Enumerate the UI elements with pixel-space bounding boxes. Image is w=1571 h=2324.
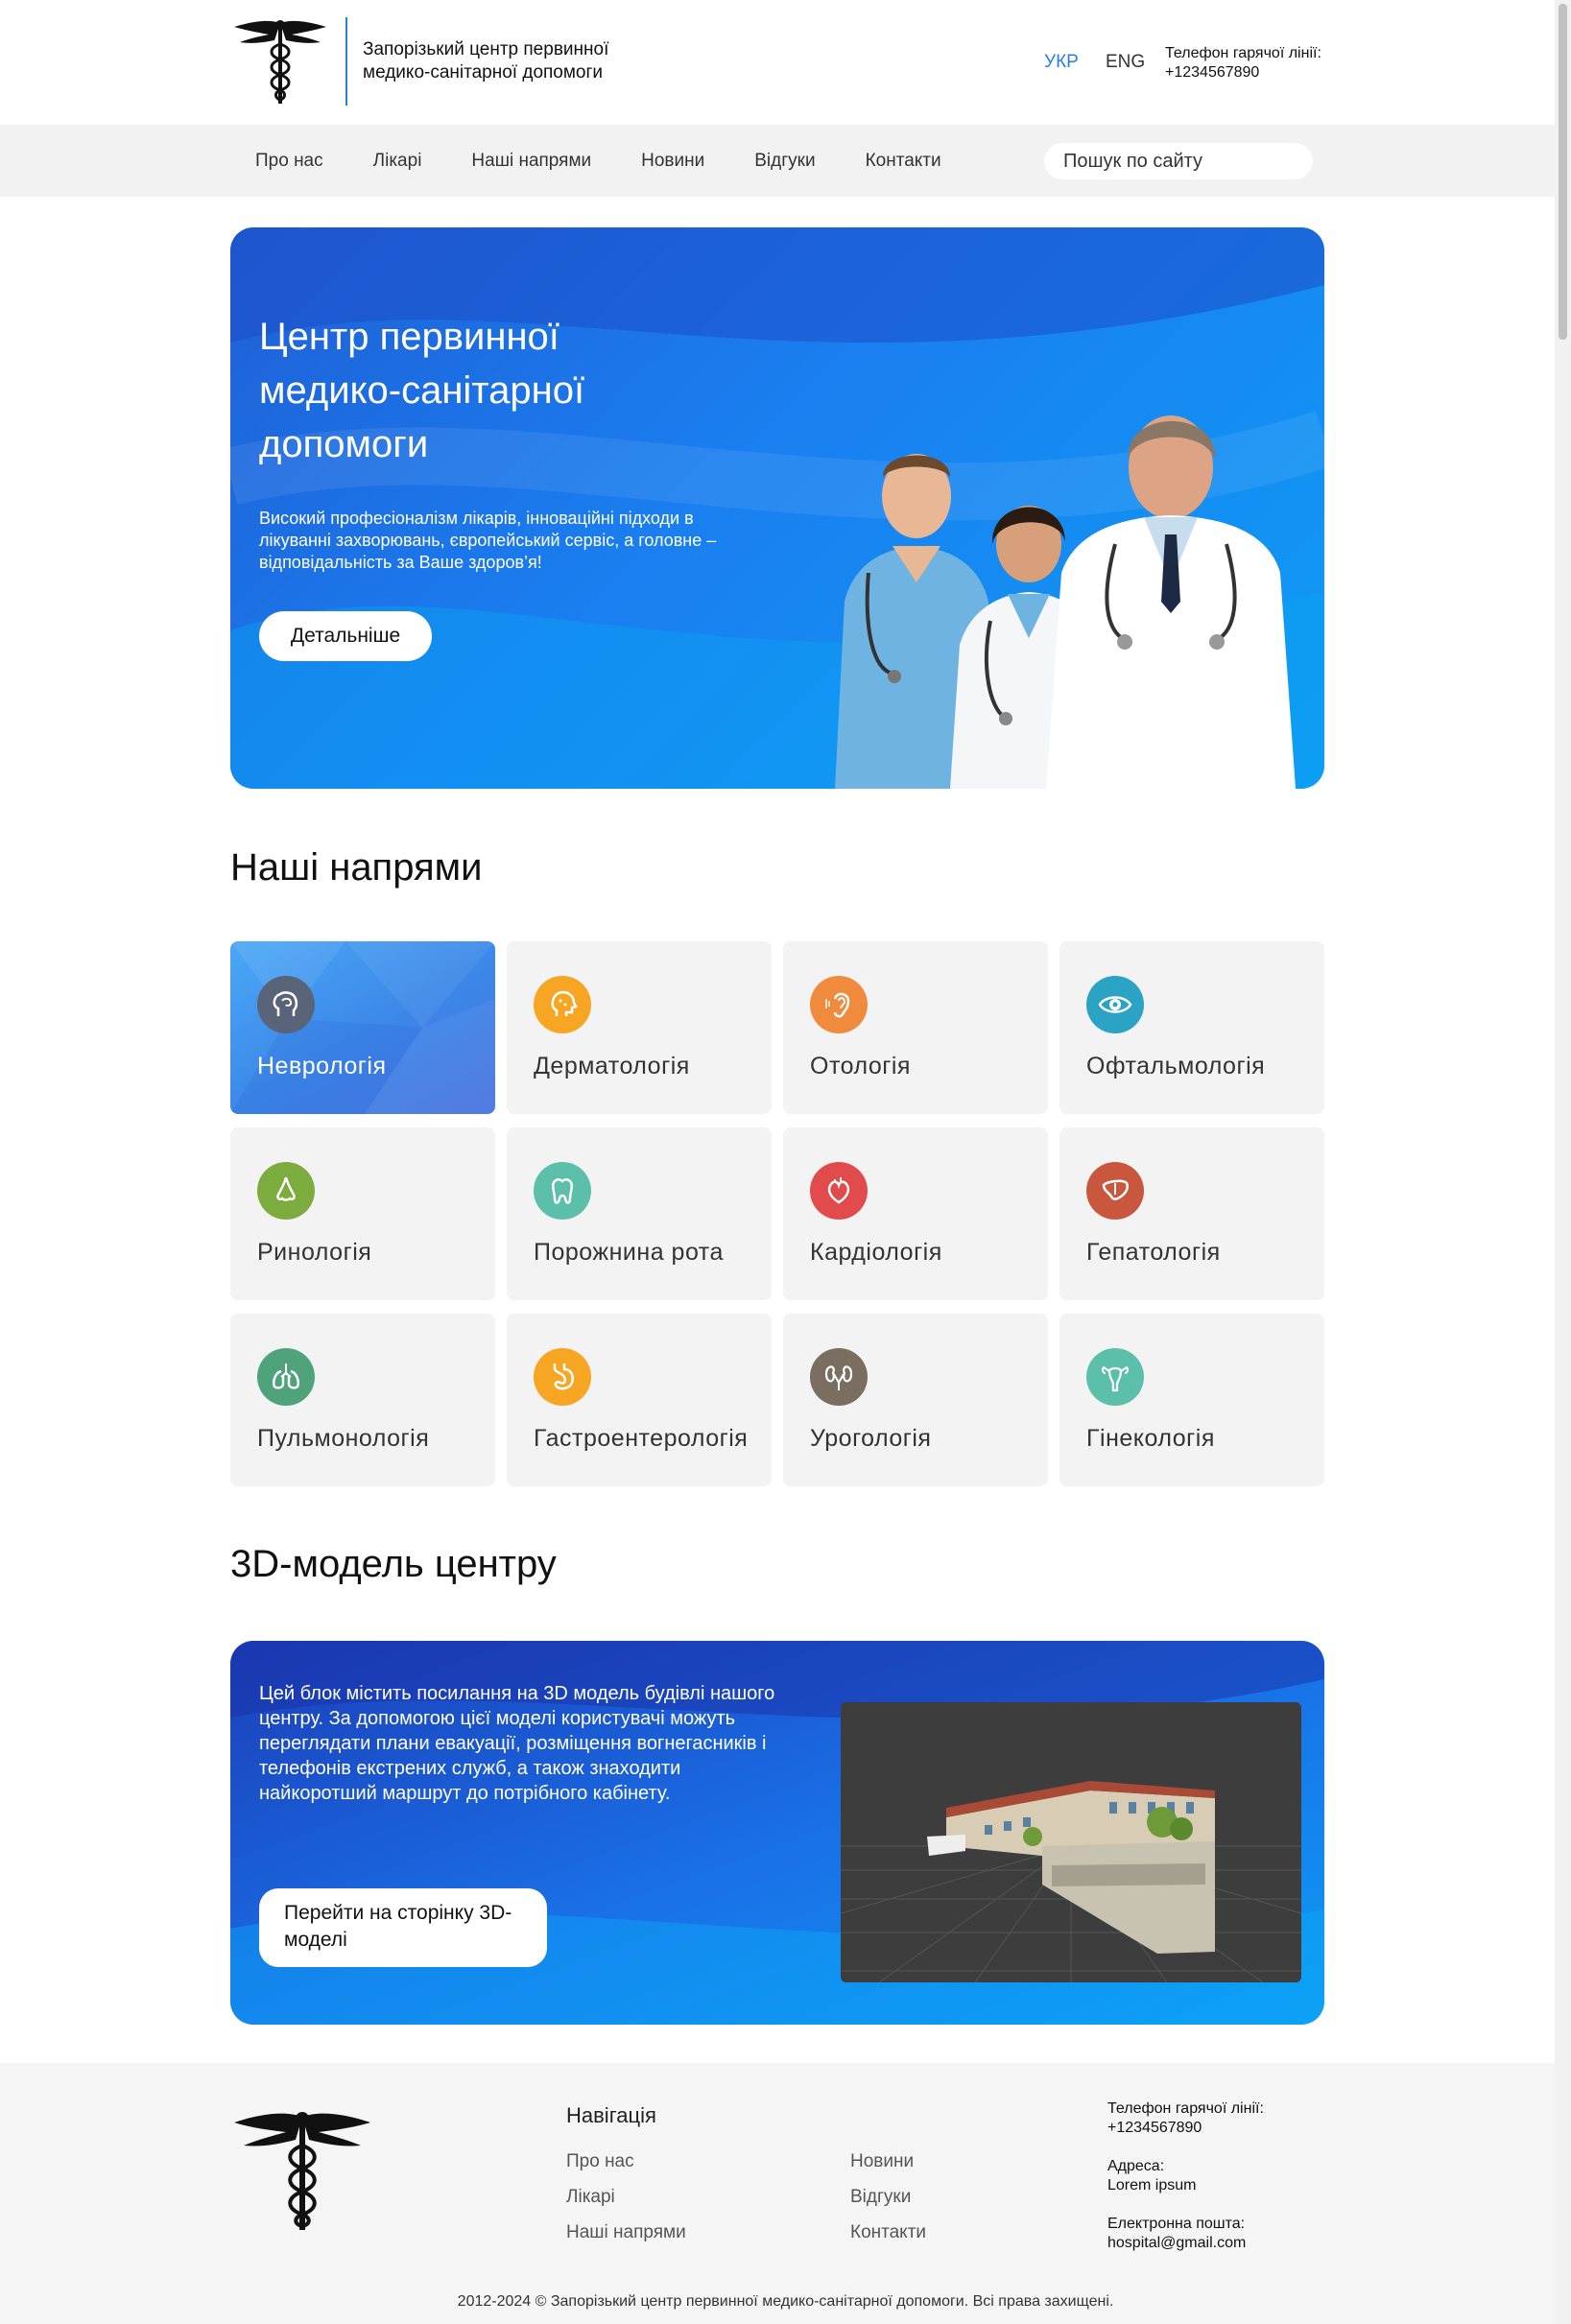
model-preview[interactable] bbox=[841, 1702, 1301, 1982]
hero-banner: Центр первинної медико-санітарної допомо… bbox=[230, 227, 1324, 789]
direction-card-dermatology[interactable]: Дерматологія bbox=[507, 941, 772, 1114]
logo-text: Запорізький центр первинної медико-саніт… bbox=[363, 39, 609, 83]
nav-item-contacts[interactable]: Контакти bbox=[866, 151, 941, 172]
page-scrollbar[interactable] bbox=[1555, 0, 1571, 2324]
direction-card-urology[interactable]: Урогологія bbox=[783, 1314, 1048, 1486]
direction-label: Ринологія bbox=[257, 1239, 372, 1266]
heart-icon bbox=[810, 1162, 868, 1220]
doctors-photo bbox=[835, 415, 1296, 789]
direction-card-cardiology[interactable]: Кардіологія bbox=[783, 1127, 1048, 1300]
footer-hotline: Телефон гарячої лінії: +1234567890 bbox=[1107, 2099, 1264, 2138]
footer: Навігація Про нас Лікарі Наші напрями Но… bbox=[0, 2063, 1571, 2324]
footer-link-contacts[interactable]: Контакти bbox=[850, 2222, 926, 2243]
model-description: Цей блок містить посилання на 3D модель … bbox=[259, 1683, 775, 1804]
direction-label: Гепатологія bbox=[1086, 1239, 1221, 1266]
hotline-label: Телефон гарячої лінії: bbox=[1165, 45, 1321, 61]
direction-label: Кардіологія bbox=[810, 1239, 942, 1266]
stomach-icon bbox=[534, 1348, 591, 1406]
direction-label: Пульмонологія bbox=[257, 1425, 430, 1452]
direction-card-rhinology[interactable]: Ринологія bbox=[230, 1127, 495, 1300]
nav-item-directions[interactable]: Наші напрями bbox=[471, 151, 591, 172]
direction-card-otology[interactable]: Отологія bbox=[783, 941, 1048, 1114]
site-logo[interactable]: Запорізький центр первинної медико-саніт… bbox=[230, 17, 670, 106]
main-nav: Про нас Лікарі Наші напрями Новини Відгу… bbox=[0, 125, 1571, 197]
direction-card-ophthalmology[interactable]: Офтальмологія bbox=[1059, 941, 1324, 1114]
nav-item-news[interactable]: Новини bbox=[641, 151, 704, 172]
direction-card-gastroenterology[interactable]: Гастроентерологія bbox=[507, 1314, 772, 1486]
directions-title: Наші напрями bbox=[230, 846, 483, 889]
nav-item-reviews[interactable]: Відгуки bbox=[754, 151, 815, 172]
nav-item-about[interactable]: Про нас bbox=[255, 151, 323, 172]
caduceus-icon bbox=[234, 20, 326, 104]
footer-link-reviews[interactable]: Відгуки bbox=[850, 2187, 911, 2208]
direction-card-oral-cavity[interactable]: Порожнина рота bbox=[507, 1127, 772, 1300]
header-hotline: Телефон гарячої лінії: +1234567890 bbox=[1165, 44, 1321, 83]
doctor-3 bbox=[1046, 415, 1296, 789]
direction-label: Урогологія bbox=[810, 1425, 932, 1452]
copyright: 2012-2024 © Запорізький центр первинної … bbox=[457, 2293, 1114, 2310]
direction-label: Гастроентерологія bbox=[534, 1425, 749, 1452]
footer-caduceus-icon[interactable] bbox=[230, 2107, 374, 2232]
footer-hotline-label: Телефон гарячої лінії: bbox=[1107, 2100, 1264, 2117]
footer-email: Електронна пошта: hospital@gmail.com bbox=[1107, 2215, 1246, 2253]
direction-label: Гінекологія bbox=[1086, 1425, 1215, 1452]
search-input[interactable]: Пошук по сайту bbox=[1044, 143, 1313, 179]
model-section-title: 3D-модель центру bbox=[230, 1543, 557, 1585]
lang-ukr-link[interactable]: УКР bbox=[1044, 52, 1079, 73]
open-3d-model-button[interactable]: Перейти на сторінку 3D-моделі bbox=[259, 1888, 547, 1967]
direction-card-hepatology[interactable]: Гепатологія bbox=[1059, 1127, 1324, 1300]
footer-address: Адреса: Lorem ipsum bbox=[1107, 2157, 1196, 2195]
hotline-number[interactable]: +1234567890 bbox=[1165, 63, 1321, 83]
hero-title: Центр первинної медико-санітарної допомо… bbox=[259, 316, 585, 465]
hero-details-button[interactable]: Детальніше bbox=[259, 611, 432, 661]
nose-icon bbox=[257, 1162, 315, 1220]
direction-card-pulmonology[interactable]: Пульмонологія bbox=[230, 1314, 495, 1486]
direction-label: Порожнина рота bbox=[534, 1239, 724, 1266]
lungs-icon bbox=[257, 1348, 315, 1406]
footer-address-value: Lorem ipsum bbox=[1107, 2177, 1197, 2194]
brain-icon bbox=[257, 976, 315, 1033]
kidney-icon bbox=[810, 1348, 868, 1406]
footer-link-doctors[interactable]: Лікарі bbox=[566, 2187, 615, 2208]
ear-icon bbox=[810, 976, 868, 1033]
footer-email-value[interactable]: hospital@gmail.com bbox=[1107, 2234, 1246, 2253]
direction-card-gynecology[interactable]: Гінекологія bbox=[1059, 1314, 1324, 1486]
direction-card-neurology[interactable]: Неврологія bbox=[230, 941, 495, 1114]
header: Запорізький центр первинної медико-саніт… bbox=[0, 0, 1571, 125]
nav-item-doctors[interactable]: Лікарі bbox=[373, 151, 422, 172]
hero-subtitle: Високий професіоналізм лікарів, інноваці… bbox=[259, 509, 717, 572]
direction-label: Неврологія bbox=[257, 1053, 387, 1079]
footer-link-news[interactable]: Новини bbox=[850, 2151, 914, 2172]
eye-icon bbox=[1086, 976, 1144, 1033]
footer-address-label: Адреса: bbox=[1107, 2158, 1165, 2174]
directions-grid: Неврологія Дерматологія Отологія Офтальм… bbox=[230, 941, 1324, 1486]
face-icon bbox=[534, 976, 591, 1033]
footer-link-directions[interactable]: Наші напрями bbox=[566, 2222, 686, 2243]
lang-eng-link[interactable]: ENG bbox=[1106, 52, 1145, 73]
liver-icon bbox=[1086, 1162, 1144, 1220]
footer-email-label: Електронна пошта: bbox=[1107, 2216, 1246, 2232]
building-3d-render bbox=[841, 1702, 1301, 1982]
uterus-icon bbox=[1086, 1348, 1144, 1406]
model-block: Цей блок містить посилання на 3D модель … bbox=[230, 1641, 1324, 2025]
footer-link-about[interactable]: Про нас bbox=[566, 2151, 634, 2172]
footer-hotline-number[interactable]: +1234567890 bbox=[1107, 2119, 1264, 2138]
footer-nav-title: Навігація bbox=[566, 2103, 656, 2127]
tooth-icon bbox=[534, 1162, 591, 1220]
direction-label: Отологія bbox=[810, 1053, 911, 1079]
logo-divider bbox=[345, 17, 347, 106]
scrollbar-thumb[interactable] bbox=[1559, 4, 1567, 340]
direction-label: Офтальмологія bbox=[1086, 1053, 1266, 1079]
direction-label: Дерматологія bbox=[534, 1053, 690, 1079]
